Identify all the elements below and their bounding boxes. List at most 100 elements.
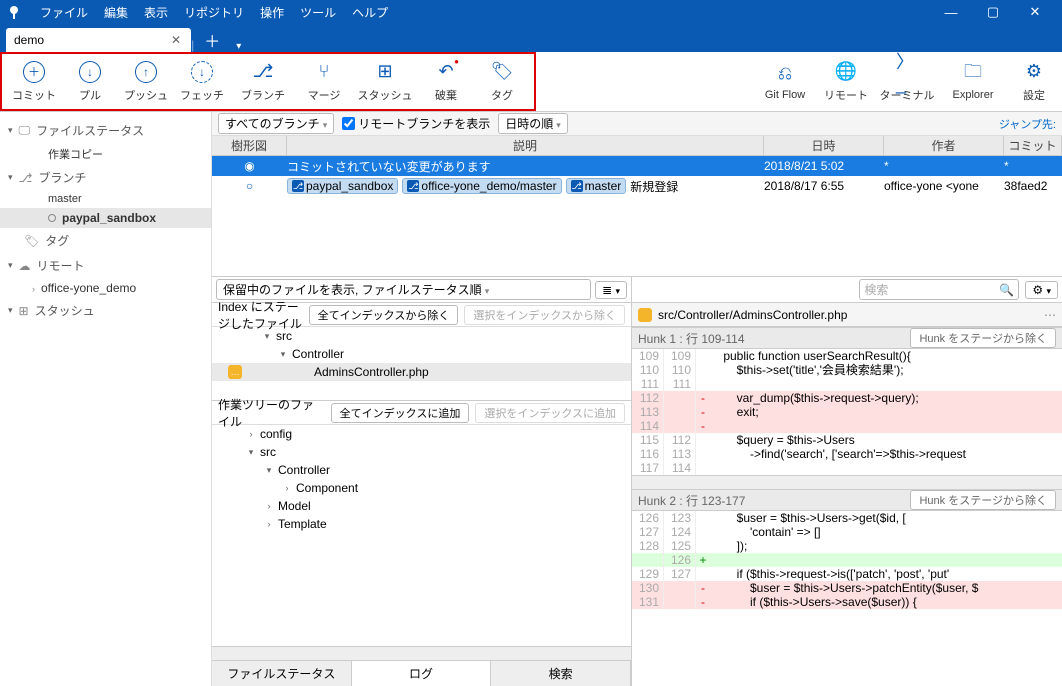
jump-to-label[interactable]: ジャンプ先: — [999, 116, 1056, 132]
current-branch-dot-icon — [48, 214, 56, 222]
fetch-icon: ↓ — [191, 61, 213, 83]
tag-button[interactable]: 🏷タグ — [474, 56, 530, 107]
staged-tree[interactable]: ▾src ▾Controller …AdminsController.php — [212, 327, 631, 381]
window-minimize-button[interactable]: — — [930, 5, 972, 20]
diff-line[interactable]: 130- $user = $this->Users->patchEntity($… — [632, 581, 1062, 595]
header-desc[interactable]: 説明 — [287, 136, 764, 155]
menu-repo[interactable]: リポジトリ — [176, 2, 252, 23]
header-graph[interactable]: 樹形図 — [212, 136, 287, 155]
order-select[interactable]: 日時の順▾ — [498, 113, 568, 134]
sidebar-item-remote[interactable]: ›office-yone_demo — [0, 278, 211, 298]
unstage-selection-button[interactable]: 選択をインデックスから除く — [464, 305, 625, 325]
tab-filestatus[interactable]: ファイルステータス — [212, 661, 352, 686]
menu-edit[interactable]: 編集 — [96, 2, 136, 23]
sidebar-tags-header[interactable]: 🏷タグ — [0, 228, 211, 253]
commit-button[interactable]: ＋コミット — [6, 56, 62, 107]
tab-log[interactable]: ログ — [352, 661, 492, 686]
remote-button[interactable]: 🌐リモート — [818, 52, 874, 111]
diff-line[interactable]: 110110 $this->set('title','会員検索結果'); — [632, 363, 1062, 377]
staged-file-item[interactable]: …AdminsController.php — [212, 363, 631, 381]
horizontal-scrollbar[interactable] — [632, 475, 1062, 489]
diff-line[interactable]: 115112 $query = $this->Users — [632, 433, 1062, 447]
menu-file[interactable]: ファイル — [32, 2, 96, 23]
diff-file-path: src/Controller/AdminsController.php — [658, 308, 847, 322]
fetch-button[interactable]: ↓フェッチ — [174, 56, 230, 107]
graph-node-icon: ◉ — [212, 159, 287, 173]
diff-line[interactable]: 126+ — [632, 553, 1062, 567]
menu-action[interactable]: 操作 — [252, 2, 292, 23]
commit-row[interactable]: ○ ⎇paypal_sandbox ⎇office-yone_demo/mast… — [212, 176, 1062, 196]
header-author[interactable]: 作者 — [884, 136, 1004, 155]
header-date[interactable]: 日時 — [764, 136, 884, 155]
diff-line[interactable]: 114- — [632, 419, 1062, 433]
header-commit[interactable]: コミット — [1004, 136, 1062, 155]
sidebar-filestatus-header[interactable]: ▾🖵ファイルステータス — [0, 118, 211, 143]
branch-icon: ⎇ — [252, 61, 274, 83]
diff-line[interactable]: 111111 — [632, 377, 1062, 391]
window-close-button[interactable]: ✕ — [1014, 4, 1056, 20]
diff-search-input[interactable]: 検索🔍 — [859, 279, 1019, 300]
diff-settings-button[interactable]: ⚙ ▾ — [1025, 281, 1058, 299]
unstage-hunk-button[interactable]: Hunk をステージから除く — [910, 328, 1056, 348]
chevron-down-icon: ▾ — [8, 125, 13, 136]
sidebar-item-workingcopy[interactable]: 作業コピー — [0, 143, 211, 165]
diff-line[interactable]: 116113 ->find('search', ['search'=>$this… — [632, 447, 1062, 461]
view-mode-button[interactable]: ≣ ▾ — [595, 281, 627, 299]
diff-line[interactable]: 117114 — [632, 461, 1062, 475]
commit-row[interactable]: ◉ コミットされていない変更があります 2018/8/21 5:02 * * — [212, 156, 1062, 176]
filestatus-panel: 保留中のファイルを表示, ファイルステータス順 ▾ ≣ ▾ Index にステー… — [212, 277, 632, 686]
unstage-all-button[interactable]: 全てインデックスから除く — [309, 305, 459, 325]
modified-file-icon — [638, 308, 652, 322]
branch-filter-select[interactable]: すべてのブランチ▾ — [218, 113, 334, 134]
diff-line[interactable]: 109109 public function userSearchResult(… — [632, 349, 1062, 363]
tab-more-button[interactable]: ▾ — [230, 41, 247, 52]
diff-line[interactable]: 126123 $user = $this->Users->get($id, [ — [632, 511, 1062, 525]
tab-close-icon[interactable]: ✕ — [169, 33, 183, 47]
tab-search[interactable]: 検索 — [491, 661, 631, 686]
sidebar-remotes-header[interactable]: ▾☁リモート — [0, 253, 211, 278]
diff-file-menu-button[interactable]: ⋯ — [1044, 308, 1056, 322]
new-tab-button[interactable]: ＋ — [194, 28, 230, 52]
unstage-hunk-button[interactable]: Hunk をステージから除く — [910, 490, 1056, 510]
sidebar-stashes-header[interactable]: ▾⊞スタッシュ — [0, 298, 211, 323]
diff-line[interactable]: 128125 ]); — [632, 539, 1062, 553]
stage-selection-button[interactable]: 選択をインデックスに追加 — [475, 403, 625, 423]
search-icon: 🔍 — [999, 283, 1014, 297]
window-maximize-button[interactable]: ▢ — [972, 4, 1014, 20]
diff-body[interactable]: Hunk 1 : 行 109-114 Hunk をステージから除く 109109… — [632, 327, 1062, 686]
repo-tab[interactable]: ✕ — [6, 28, 191, 52]
diff-line[interactable]: 131- if ($this->Users->save($user)) { — [632, 595, 1062, 609]
settings-button[interactable]: ⚙設定 — [1006, 52, 1062, 111]
horizontal-scrollbar[interactable] — [212, 646, 631, 660]
explorer-button[interactable]: 🗀Explorer — [940, 52, 1006, 111]
menubar: ファイル 編集 表示 リポジトリ 操作 ツール ヘルプ — ▢ ✕ — [0, 0, 1062, 24]
bottom-tabs: ファイルステータス ログ 検索 — [212, 660, 631, 686]
push-button[interactable]: ↑プッシュ — [118, 56, 174, 107]
stash-button[interactable]: ⊞スタッシュ — [352, 56, 418, 107]
menu-view[interactable]: 表示 — [136, 2, 176, 23]
working-tree[interactable]: ›config ▾src ▾Controller ›Component ›Mod… — [212, 425, 631, 646]
discard-icon: ↶● — [435, 61, 457, 83]
merge-button[interactable]: ⑂マージ — [296, 56, 352, 107]
menu-tool[interactable]: ツール — [292, 2, 344, 23]
branch-chip[interactable]: ⎇office-yone_demo/master — [402, 178, 561, 194]
diff-line[interactable]: 112- var_dump($this->request->query); — [632, 391, 1062, 405]
menu-help[interactable]: ヘルプ — [344, 2, 396, 23]
gitflow-button[interactable]: ⎌Git Flow — [752, 52, 818, 111]
commit-graph[interactable]: ◉ コミットされていない変更があります 2018/8/21 5:02 * * ○… — [212, 156, 1062, 276]
terminal-button[interactable]: 〉_ターミナル — [874, 52, 940, 111]
branch-chip[interactable]: ⎇master — [566, 178, 627, 194]
pull-button[interactable]: ↓プル — [62, 56, 118, 107]
sidebar-item-master[interactable]: master — [0, 190, 211, 208]
diff-line[interactable]: 127124 'contain' => [] — [632, 525, 1062, 539]
sidebar-item-paypal-sandbox[interactable]: paypal_sandbox — [0, 208, 211, 228]
branch-button[interactable]: ⎇ブランチ — [230, 56, 296, 107]
sidebar-branches-header[interactable]: ▾⎇ブランチ — [0, 165, 211, 190]
repo-tab-input[interactable] — [14, 33, 169, 47]
show-remote-checkbox[interactable]: リモートブランチを表示 — [342, 115, 490, 132]
discard-button[interactable]: ↶●破棄 — [418, 56, 474, 107]
diff-line[interactable]: 113- exit; — [632, 405, 1062, 419]
branch-chip[interactable]: ⎇paypal_sandbox — [287, 178, 398, 194]
diff-line[interactable]: 129127 if ($this->request->is(['patch', … — [632, 567, 1062, 581]
stage-all-button[interactable]: 全てインデックスに追加 — [331, 403, 470, 423]
